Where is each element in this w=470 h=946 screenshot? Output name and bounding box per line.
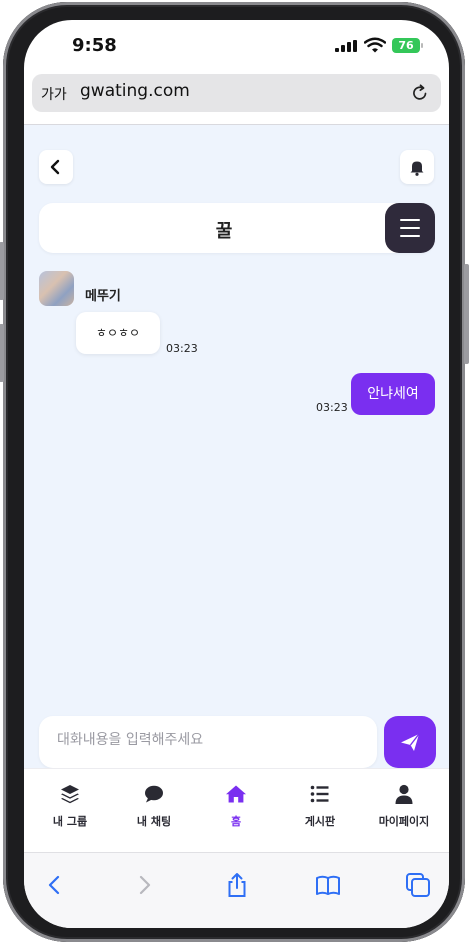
bottom-tab-bar: 내 그룹 내 채팅 홈 게시판 마이페이지 <box>24 768 449 853</box>
address-bar[interactable]: 가가 gwating.com <box>32 74 441 112</box>
tab-label: 홈 <box>230 815 242 828</box>
tab-my-group[interactable]: 내 그룹 <box>30 783 110 829</box>
home-icon <box>226 785 246 803</box>
tab-my-chat[interactable]: 내 채팅 <box>114 783 194 829</box>
reload-icon[interactable] <box>410 83 430 103</box>
browser-toolbar <box>24 852 449 928</box>
status-time: 9:58 <box>72 35 117 56</box>
incoming-message-bubble: ㅎㅇㅎㅇ <box>76 312 160 354</box>
screen: 9:58 76 가가 gwating.com 꿀 메뚜기 ㅎㅇㅎㅇ 03:23 … <box>24 20 449 928</box>
tab-home[interactable]: 홈 <box>196 783 276 829</box>
chat-title: 꿀 <box>215 221 233 242</box>
signal-icon <box>335 40 357 52</box>
chevron-left-icon <box>50 159 60 175</box>
tab-my-page[interactable]: 마이페이지 <box>364 783 444 829</box>
message-input[interactable] <box>55 731 359 749</box>
text-size-button[interactable]: 가가 <box>41 84 67 104</box>
url-text[interactable]: gwating.com <box>80 81 190 101</box>
share-icon <box>228 873 246 897</box>
battery-icon: 76 <box>392 38 423 53</box>
avatar[interactable] <box>39 271 74 306</box>
tab-label: 내 채팅 <box>136 815 172 828</box>
chat-title-card: 꿀 <box>39 203 434 253</box>
phone-frame: 9:58 76 가가 gwating.com 꿀 메뚜기 ㅎㅇㅎㅇ 03:23 … <box>0 2 469 942</box>
message-input-container <box>39 716 377 768</box>
tabs-button[interactable] <box>404 871 432 899</box>
status-bar: 9:58 76 <box>24 20 449 72</box>
volume-down-button <box>0 324 4 382</box>
volume-up-button <box>0 242 4 300</box>
outgoing-message-time: 03:23 <box>316 401 348 414</box>
chat-bubble-icon <box>145 785 163 803</box>
chat-area: 꿀 메뚜기 ㅎㅇㅎㅇ 03:23 안냐세여 03:23 <box>24 125 449 768</box>
chevron-left-icon <box>48 875 60 895</box>
tab-label: 내 그룹 <box>52 815 88 828</box>
layers-icon <box>61 785 79 804</box>
list-icon <box>310 785 329 803</box>
browser-back-button[interactable] <box>41 871 69 899</box>
incoming-message-time: 03:23 <box>166 342 198 355</box>
tab-label: 게시판 <box>304 815 336 828</box>
battery-level: 76 <box>398 39 414 52</box>
browser-forward-button[interactable] <box>130 871 158 899</box>
tabs-icon <box>406 873 430 897</box>
chevron-right-icon <box>139 875 151 895</box>
outgoing-message-bubble: 안냐세여 <box>351 373 435 415</box>
bell-icon <box>410 161 424 176</box>
share-button[interactable] <box>223 871 251 899</box>
notification-button[interactable] <box>400 150 434 184</box>
bookmarks-button[interactable] <box>314 871 342 899</box>
tab-label: 마이페이지 <box>378 815 430 828</box>
paper-plane-icon <box>401 733 420 751</box>
menu-button[interactable] <box>385 203 435 253</box>
power-button <box>464 264 469 364</box>
sender-name: 메뚜기 <box>85 289 121 304</box>
tab-board[interactable]: 게시판 <box>280 783 360 829</box>
send-button[interactable] <box>384 716 436 768</box>
user-icon <box>395 784 413 804</box>
wifi-icon <box>364 37 386 53</box>
book-icon <box>316 875 340 895</box>
back-button[interactable] <box>39 150 73 184</box>
